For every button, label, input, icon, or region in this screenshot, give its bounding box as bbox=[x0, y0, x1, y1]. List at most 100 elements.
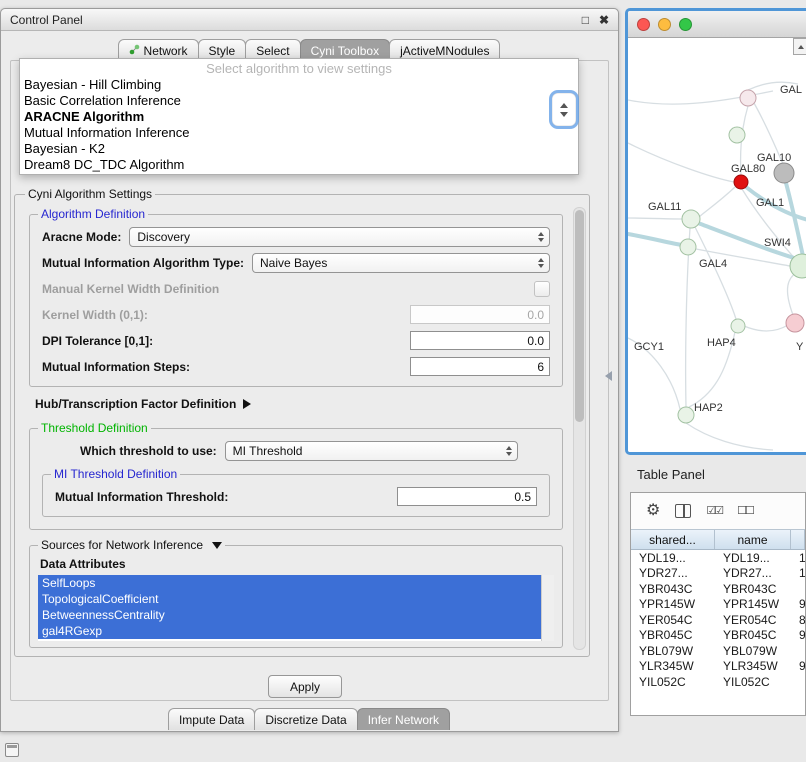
table-row[interactable]: YPR145WYPR145W9. bbox=[631, 597, 805, 613]
dropdown-item[interactable]: Bayesian - K2 bbox=[20, 141, 578, 157]
table-cell: YBL079W bbox=[631, 644, 715, 658]
settings-scrollbar-thumb[interactable] bbox=[575, 210, 584, 422]
apply-button[interactable]: Apply bbox=[268, 675, 342, 698]
network-scrollbar-stub[interactable] bbox=[793, 38, 806, 55]
node-label: HAP4 bbox=[707, 337, 736, 349]
mi-threshold-row: Mutual Information Threshold: 0.5 bbox=[55, 484, 537, 509]
network-node[interactable] bbox=[731, 319, 745, 333]
attribute-item[interactable]: TopologicalCoefficient bbox=[38, 591, 541, 607]
tab-label: jActiveMNodules bbox=[400, 44, 489, 58]
table-cell: YPR145W bbox=[631, 597, 715, 611]
table-cell: YBR043C bbox=[715, 582, 791, 596]
network-node[interactable] bbox=[786, 314, 804, 332]
gear-icon[interactable]: ⚙ bbox=[646, 503, 660, 519]
column-header[interactable]: name bbox=[715, 530, 791, 549]
mi-steps-label: Mutual Information Steps: bbox=[42, 360, 190, 374]
sources-group: Sources for Network Inference Data Attri… bbox=[29, 538, 563, 648]
panel-collapse-arrow[interactable] bbox=[605, 371, 612, 381]
table-row[interactable]: YBL079WYBL079W bbox=[631, 643, 805, 659]
close-icon[interactable]: ✖ bbox=[599, 14, 609, 26]
bottom-tab-infer-network[interactable]: Infer Network bbox=[357, 708, 450, 730]
list-scrollbar[interactable] bbox=[541, 575, 554, 641]
panel-icon[interactable] bbox=[5, 743, 19, 757]
data-attributes-list[interactable]: SelfLoopsTopologicalCoefficientBetweenne… bbox=[38, 575, 554, 641]
mi-type-select[interactable]: Naive Bayes bbox=[252, 253, 550, 273]
bottom-tab-impute-data[interactable]: Impute Data bbox=[168, 708, 255, 730]
table-cell: 9. bbox=[791, 628, 805, 642]
manual-kernel-checkbox[interactable] bbox=[534, 281, 550, 297]
table-cell: 13 bbox=[791, 551, 805, 565]
network-view-window: GALGAL10GAL80GAL11GAL1SWI4GAL4GCY1HAP4YH… bbox=[625, 8, 806, 455]
table-row[interactable]: YDL19...YDL19...13 bbox=[631, 550, 805, 566]
manual-kernel-label: Manual Kernel Width Definition bbox=[42, 282, 219, 296]
control-panel-window: Control Panel □ ✖ NetworkStyleSelectCyni… bbox=[0, 8, 619, 732]
network-node[interactable] bbox=[740, 90, 756, 106]
deselect-all-icon[interactable]: ☐☐ bbox=[737, 506, 753, 517]
network-window-titlebar[interactable] bbox=[628, 11, 806, 38]
algorithm-definition-group: Algorithm Definition Aracne Mode: Discov… bbox=[29, 207, 563, 387]
dropdown-item[interactable]: Dream8 DC_TDC Algorithm bbox=[20, 157, 578, 173]
table-cell: YBR045C bbox=[715, 628, 791, 642]
node-label: SWI4 bbox=[764, 237, 791, 249]
zoom-light-icon[interactable] bbox=[679, 18, 692, 31]
dpi-tolerance-input[interactable]: 0.0 bbox=[410, 331, 550, 350]
bottom-tab-discretize-data[interactable]: Discretize Data bbox=[254, 708, 357, 730]
table-row[interactable]: YLR345WYLR345W9. bbox=[631, 659, 805, 675]
hub-definition-toggle[interactable]: Hub/Transcription Factor Definition bbox=[35, 397, 579, 411]
dropdown-item[interactable]: Bayesian - Hill Climbing bbox=[20, 77, 578, 93]
table-row[interactable]: YER054CYER054C8. bbox=[631, 612, 805, 628]
table-row[interactable]: YBR045CYBR045C9. bbox=[631, 628, 805, 644]
node-label: GCY1 bbox=[634, 341, 664, 353]
dropdown-item[interactable]: ARACNE Algorithm bbox=[20, 109, 578, 125]
algorithm-dropdown-popup: Select algorithm to view settings Bayesi… bbox=[19, 58, 579, 175]
dropdown-item[interactable]: Mutual Information Inference bbox=[20, 125, 578, 141]
column-header[interactable]: shared... bbox=[631, 530, 715, 549]
columns-icon[interactable] bbox=[675, 504, 691, 518]
network-node[interactable] bbox=[682, 210, 700, 228]
settings-legend: Cyni Algorithm Settings bbox=[25, 187, 155, 201]
aracne-mode-label: Aracne Mode: bbox=[42, 230, 121, 244]
attribute-item[interactable]: gal4RGexp bbox=[38, 623, 541, 639]
which-threshold-select[interactable]: MI Threshold bbox=[225, 441, 518, 461]
select-all-icon[interactable]: ☑☑ bbox=[706, 506, 722, 517]
node-label: HAP2 bbox=[694, 402, 723, 414]
network-graph[interactable]: GALGAL10GAL80GAL11GAL1SWI4GAL4GCY1HAP4YH… bbox=[628, 38, 806, 455]
collapse-arrow-icon bbox=[212, 542, 222, 549]
mi-steps-input[interactable]: 6 bbox=[410, 357, 550, 376]
table-cell: YDR27... bbox=[631, 566, 715, 580]
column-header[interactable] bbox=[791, 530, 805, 549]
attribute-item[interactable]: BetweennessCentrality bbox=[38, 607, 541, 623]
network-node[interactable] bbox=[734, 175, 748, 189]
table-cell: YIL052C bbox=[715, 675, 791, 689]
network-node[interactable] bbox=[774, 163, 794, 183]
dpi-tolerance-label: DPI Tolerance [0,1]: bbox=[42, 334, 153, 348]
settings-scrollbar[interactable] bbox=[573, 207, 586, 650]
expand-arrow-icon bbox=[243, 399, 251, 409]
algorithm-combo-stepper[interactable] bbox=[552, 93, 576, 126]
mi-threshold-input[interactable]: 0.5 bbox=[397, 487, 537, 506]
attribute-item[interactable]: SelfLoops bbox=[38, 575, 541, 591]
float-window-icon[interactable]: □ bbox=[582, 14, 589, 26]
network-node[interactable] bbox=[680, 239, 696, 255]
close-light-icon[interactable] bbox=[637, 18, 650, 31]
network-node[interactable] bbox=[729, 127, 745, 143]
dropdown-item[interactable]: Basic Correlation Inference bbox=[20, 93, 578, 109]
sources-legend[interactable]: Sources for Network Inference bbox=[38, 538, 225, 552]
table-row[interactable]: YDR27...YDR27...12 bbox=[631, 566, 805, 582]
table-cell: YPR145W bbox=[715, 597, 791, 611]
table-panel-window: ⚙ ☑☑ ☐☐ shared...name YDL19...YDL19...13… bbox=[630, 492, 806, 716]
table-cell: 9. bbox=[791, 659, 805, 673]
table-cell: YDR27... bbox=[715, 566, 791, 580]
network-canvas[interactable]: GALGAL10GAL80GAL11GAL1SWI4GAL4GCY1HAP4YH… bbox=[628, 38, 806, 452]
algorithm-definition-legend: Algorithm Definition bbox=[38, 207, 148, 221]
aracne-mode-select[interactable]: Discovery bbox=[129, 227, 550, 247]
aracne-mode-value: Discovery bbox=[137, 230, 190, 244]
tab-label: Network bbox=[144, 44, 188, 58]
window-title: Control Panel bbox=[10, 13, 83, 27]
table-cell: YDL19... bbox=[631, 551, 715, 565]
network-node[interactable] bbox=[678, 407, 694, 423]
table-row[interactable]: YBR043CYBR043C bbox=[631, 581, 805, 597]
table-row[interactable]: YIL052CYIL052C bbox=[631, 674, 805, 690]
minimize-light-icon[interactable] bbox=[658, 18, 671, 31]
tab-label: Cyni Toolbox bbox=[311, 44, 379, 58]
